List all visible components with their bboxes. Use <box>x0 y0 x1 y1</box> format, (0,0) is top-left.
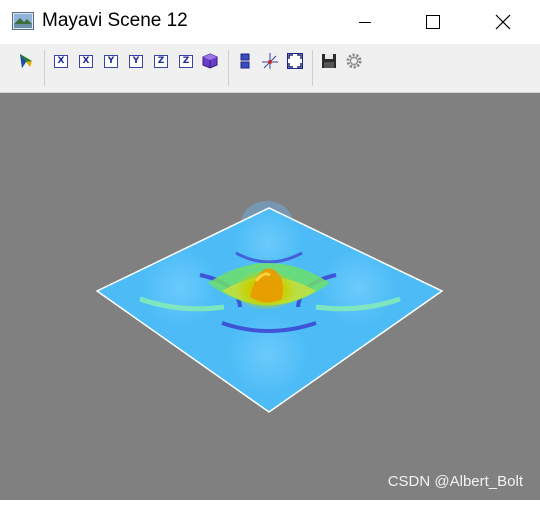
view-minus-x-button[interactable]: X <box>77 52 95 70</box>
title-bar[interactable]: Mayavi Scene 12 <box>0 0 540 44</box>
parallel-projection-icon <box>240 53 250 69</box>
window-title: Mayavi Scene 12 <box>42 10 188 31</box>
mayavi-pipeline-icon <box>20 54 32 68</box>
mayavi-pipeline-button[interactable] <box>17 52 35 70</box>
save-icon <box>322 54 336 68</box>
parallel-projection-button[interactable] <box>236 52 254 70</box>
full-screen-icon <box>287 53 303 69</box>
isometric-view-button[interactable] <box>201 52 219 70</box>
view-plus-y-button[interactable]: Y <box>102 52 120 70</box>
view-minus-z-button[interactable]: Z <box>177 52 195 70</box>
view-plus-x-button[interactable]: X <box>52 52 70 70</box>
axis-x-icon: X <box>54 54 68 68</box>
axes-indicator-icon <box>262 53 278 69</box>
full-screen-button[interactable] <box>286 52 304 70</box>
axis-z-icon: Z <box>179 54 193 68</box>
watermark-text: CSDN @Albert_Bolt <box>387 473 523 490</box>
surface-pattern <box>139 209 401 395</box>
save-button[interactable] <box>320 52 338 70</box>
minimize-icon <box>359 22 371 23</box>
settings-gear-icon <box>346 53 362 69</box>
toolbar-separator <box>312 50 313 86</box>
maximize-button[interactable] <box>402 0 464 44</box>
settings-button[interactable] <box>345 52 363 70</box>
axis-x-icon: X <box>79 54 93 68</box>
maximize-icon <box>426 15 440 29</box>
scene-viewport[interactable]: CSDN @Albert_Bolt <box>0 93 540 500</box>
surface-plot <box>95 201 444 413</box>
toolbar-separator <box>44 50 45 86</box>
axes-indicator-button[interactable] <box>261 52 279 70</box>
toolbar-separator <box>228 50 229 86</box>
close-icon <box>495 14 511 30</box>
view-minus-y-button[interactable]: Y <box>127 52 145 70</box>
scene-toolbar: X X Y Y Z Z <box>0 44 540 93</box>
isometric-view-icon <box>202 53 218 69</box>
close-button[interactable] <box>472 0 534 44</box>
mayavi-window: Mayavi Scene 12 X X Y Y Z Z CSDN @Albert… <box>0 0 540 500</box>
axis-z-icon: Z <box>154 54 168 68</box>
app-icon <box>12 12 34 30</box>
axis-y-icon: Y <box>104 54 118 68</box>
view-plus-z-button[interactable]: Z <box>152 52 170 70</box>
minimize-button[interactable] <box>334 0 396 44</box>
axis-y-icon: Y <box>129 54 143 68</box>
